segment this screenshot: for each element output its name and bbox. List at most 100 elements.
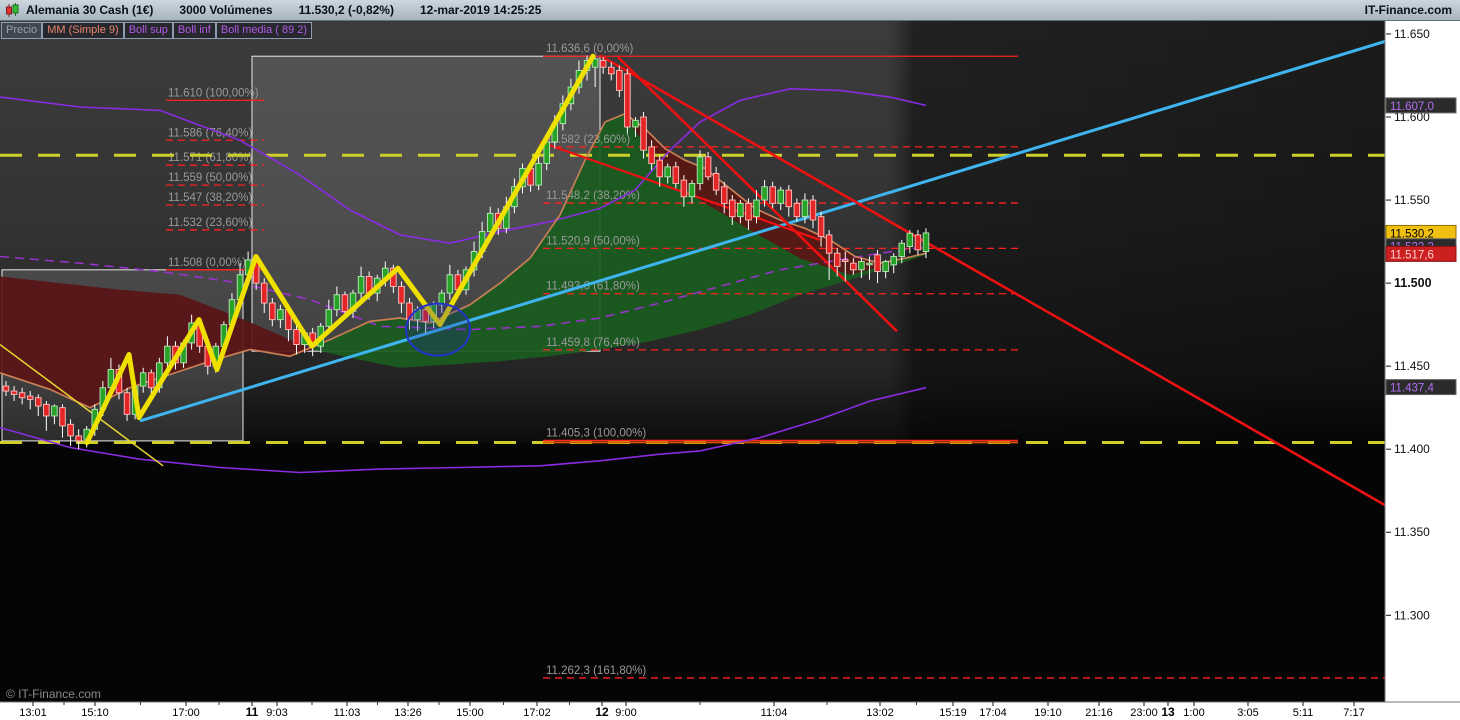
candle-up bbox=[164, 345, 171, 364]
price-axis-label: 11.450 bbox=[1394, 359, 1430, 373]
candle-up bbox=[858, 261, 865, 271]
candle-down bbox=[729, 199, 736, 218]
candle-down bbox=[874, 254, 881, 272]
candle-up bbox=[333, 294, 341, 311]
candle-down bbox=[712, 173, 720, 191]
candle-down bbox=[850, 262, 857, 271]
candle-down bbox=[720, 186, 728, 204]
candle-up bbox=[761, 186, 768, 201]
time-axis-label: 15:19 bbox=[939, 707, 967, 719]
candle-down bbox=[809, 199, 817, 221]
legend-chip-boll-sup[interactable]: Boll sup bbox=[123, 22, 173, 39]
candle-down bbox=[769, 186, 776, 204]
price-axis-label: 11.400 bbox=[1394, 442, 1430, 456]
time-axis-label: 13:01 bbox=[19, 707, 47, 719]
fib-label: 11.559 (50,00%) bbox=[168, 172, 252, 184]
candle-down bbox=[341, 294, 349, 312]
candle-down bbox=[67, 423, 74, 437]
time-axis-day-label: 11 bbox=[246, 705, 259, 719]
legend-chip-boll-media[interactable]: Boll media ( 89 2) bbox=[215, 22, 313, 39]
fib-label: 11.582 (23,60%) bbox=[546, 134, 630, 146]
legend-chip-mm9[interactable]: MM (Simple 9) bbox=[42, 22, 124, 39]
price-axis-label: 11.350 bbox=[1394, 525, 1430, 539]
candle-down bbox=[260, 282, 268, 304]
time-axis-label: 11:03 bbox=[334, 707, 361, 719]
candle-up bbox=[535, 163, 542, 186]
candle-down bbox=[43, 403, 50, 417]
time-axis-day-label: 12 bbox=[595, 705, 609, 719]
candle-up bbox=[277, 309, 284, 321]
candle-down bbox=[18, 392, 26, 399]
boll-inf-value: 11.437,4 bbox=[1390, 383, 1435, 395]
candle-up bbox=[801, 199, 809, 218]
fib-label: 11.532 (23,60%) bbox=[168, 217, 252, 229]
candle-down bbox=[648, 146, 655, 164]
candle-up bbox=[696, 156, 704, 184]
candle-down bbox=[825, 234, 833, 254]
time-axis-label: 15:10 bbox=[81, 707, 109, 719]
time-axis-label: 17:04 bbox=[979, 707, 1007, 719]
legend-chip-precio[interactable]: Precio bbox=[1, 22, 43, 39]
candle-down bbox=[680, 179, 688, 198]
ellipse-annotation[interactable] bbox=[405, 302, 471, 357]
candle-down bbox=[599, 60, 607, 68]
candle-down bbox=[35, 397, 42, 407]
candle-down bbox=[148, 372, 155, 389]
candle-up bbox=[51, 405, 58, 417]
candle-up bbox=[357, 276, 365, 294]
candle-down bbox=[745, 202, 752, 221]
candle-down bbox=[640, 116, 647, 151]
time-axis-day-label: 13 bbox=[1161, 705, 1175, 719]
candle-down bbox=[672, 166, 680, 184]
candle-down bbox=[842, 259, 849, 262]
candle-down bbox=[123, 392, 131, 415]
time-axis-label: 13:26 bbox=[394, 707, 422, 719]
fib-label: 11.520,9 (50,00%) bbox=[546, 235, 640, 247]
price-chart[interactable]: 11.610 (100,00%)11.586 (76,40%)11.571 (6… bbox=[0, 0, 1460, 720]
candle-up bbox=[664, 166, 671, 178]
candle-down bbox=[2, 385, 10, 392]
fib-label: 11.262,3 (161,80%) bbox=[546, 665, 646, 677]
price-axis-label: 11.650 bbox=[1394, 27, 1430, 41]
time-axis-label: 19:10 bbox=[1034, 707, 1062, 719]
candle-up bbox=[446, 274, 454, 294]
candle-down bbox=[293, 329, 300, 346]
candle-down bbox=[10, 390, 18, 395]
candle-up bbox=[890, 256, 897, 266]
fib-label: 11.547 (38,20%) bbox=[168, 192, 252, 204]
candle-down bbox=[704, 156, 712, 178]
candle-up bbox=[325, 309, 333, 327]
price-axis-label: 11.300 bbox=[1394, 608, 1430, 622]
fib-label: 11.610 (100,00%) bbox=[168, 87, 259, 99]
candle-down bbox=[914, 234, 922, 251]
chart-window: Alemania 30 Cash (1€) 3000 Volúmenes 11.… bbox=[0, 0, 1460, 720]
fib-label: 11.508 (0,00%) bbox=[168, 257, 246, 269]
watermark: © IT-Finance.com bbox=[6, 687, 101, 701]
time-axis-label: 15:00 bbox=[456, 707, 484, 719]
candle-up bbox=[866, 262, 873, 266]
price-axis-label: 11.500 bbox=[1394, 276, 1432, 290]
time-axis-label: 11:04 bbox=[761, 707, 788, 719]
candle-down bbox=[398, 285, 405, 304]
candle-up bbox=[922, 232, 930, 252]
time-axis-label: 1:00 bbox=[1183, 707, 1204, 719]
time-axis-label: 5:11 bbox=[1293, 707, 1314, 719]
price-axis-label: 11.550 bbox=[1394, 193, 1430, 207]
time-axis: 13:01 15:10 17:00 11 9:03 11:03 13:26 15:00 17:0… bbox=[0, 701, 1460, 720]
mm9-value: 11.517,6 bbox=[1390, 249, 1434, 261]
indicator-legend: Precio MM (Simple 9) Boll sup Boll inf Boll … bbox=[1, 22, 313, 39]
candle-down bbox=[75, 435, 82, 442]
time-axis-label: 17:02 bbox=[523, 707, 551, 719]
candle-up bbox=[632, 119, 639, 128]
time-axis-label: 3:05 bbox=[1237, 707, 1258, 719]
candle-up bbox=[737, 202, 744, 218]
fib-label: 11.459,8 (76,40%) bbox=[546, 337, 640, 349]
candle-down bbox=[793, 202, 801, 218]
candle-down bbox=[785, 189, 793, 208]
candle-down bbox=[608, 66, 615, 75]
fib-label: 11.405,3 (100,00%) bbox=[546, 427, 646, 439]
time-axis-label: 17:00 bbox=[172, 707, 200, 719]
legend-chip-boll-inf[interactable]: Boll inf bbox=[172, 22, 216, 39]
candle-down bbox=[656, 159, 663, 178]
candle-up bbox=[898, 242, 906, 257]
